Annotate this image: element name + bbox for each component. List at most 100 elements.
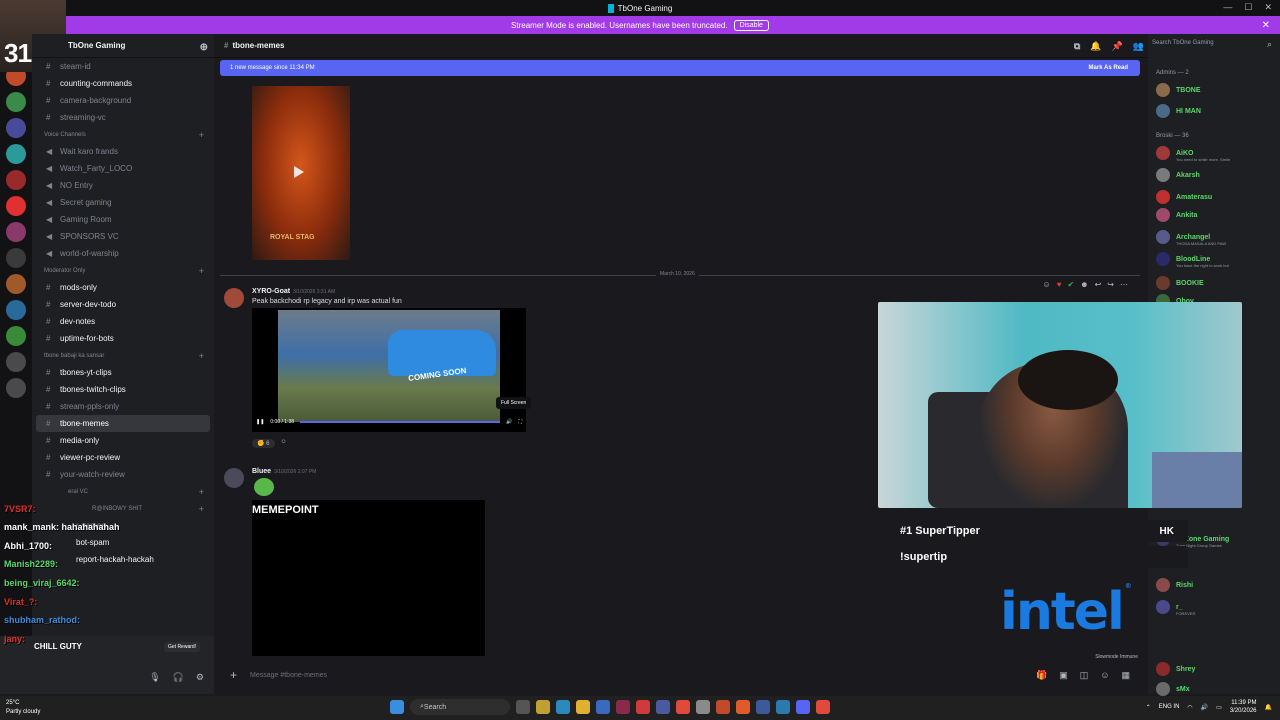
voice-channel[interactable]: ◀ Gaming Room [32,211,214,228]
disable-button[interactable]: Disable [733,19,769,31]
more-icon[interactable]: ⋯ [1120,280,1128,289]
add-reaction-icon[interactable]: ☻ [1080,280,1088,289]
channel-item[interactable]: # viewer-pc-review [32,449,214,466]
headset-icon[interactable]: 🎧 [173,672,184,683]
app-icon[interactable] [776,700,790,714]
pin-icon[interactable]: 📌 [1112,41,1123,52]
add-channel-icon[interactable]: + [199,504,204,514]
wifi-icon[interactable]: ◠ [1187,704,1192,711]
sticker-icon[interactable]: ◫ [1080,670,1089,681]
gift-icon[interactable]: 🎁 [1036,670,1047,681]
forward-icon[interactable]: ↪ [1107,280,1114,289]
embed-media[interactable]: MEMEPOINT [252,500,485,656]
maximize-icon[interactable]: ☐ [1244,2,1252,13]
reaction-pill[interactable]: ✊ 6 [252,439,275,448]
voice-channel[interactable]: ◀ world-of-warship [32,245,214,262]
server-icon[interactable] [6,170,26,190]
app-icon[interactable] [716,700,730,714]
threads-icon[interactable]: ⧉ [1074,41,1080,52]
channel-item[interactable]: # server-dev-todo [32,296,214,313]
voice-channel[interactable]: ◀ Watch_Farty_LOCO [32,160,214,177]
channel-item[interactable]: bot-spam [32,534,214,551]
close-icon[interactable]: ✕ [1264,2,1272,13]
add-channel-icon[interactable]: + [199,130,204,140]
member-item[interactable]: AiKO You need to smile more. Smile [1156,144,1230,162]
message-author[interactable]: Bluee 3/10/2026 2:07 PM [252,468,316,475]
gif-icon[interactable]: ▣ [1059,670,1068,681]
channel-item[interactable]: # stream-ppls-only [32,398,214,415]
minimize-icon[interactable]: — [1223,2,1232,13]
search-input[interactable]: Search TbOne Gaming [1152,40,1274,54]
channel-item[interactable]: # mods-only [32,279,214,296]
chrome-icon[interactable] [816,700,830,714]
member-item[interactable]: Archangel THODA MASALA AND PAW [1156,228,1226,246]
message-input[interactable]: Message #tbone-memes [250,672,327,679]
notification-icon[interactable]: 🔔 [1265,704,1272,711]
battery-icon[interactable]: ▭ [1216,704,1222,711]
chrome-icon[interactable] [676,700,690,714]
add-channel-icon[interactable]: + [199,487,204,497]
chevron-up-icon[interactable]: ⌃ [1146,704,1151,711]
channel-item-selected[interactable]: # tbone-memes [36,415,210,432]
steam-icon[interactable] [756,700,770,714]
app-icon[interactable] [656,700,670,714]
server-icon[interactable] [6,300,26,320]
member-item[interactable]: Shrey [1156,660,1195,678]
voice-channel[interactable]: ◀ NO Entry [32,177,214,194]
member-item[interactable]: Rishi [1156,576,1193,594]
lang-indicator[interactable]: ENG IN [1159,704,1180,710]
category-moderator[interactable]: Moderator Only + [32,262,214,279]
voice-channel[interactable]: ◀ Wait karo frands [32,143,214,160]
voice-channel[interactable]: ◀ SPONSORS VC [32,228,214,245]
add-member-icon[interactable]: ⊕ [200,42,208,53]
folder-icon[interactable] [576,700,590,714]
mic-icon[interactable]: 🎙 [149,672,160,683]
brave-icon[interactable] [736,700,750,714]
server-icon[interactable] [6,144,26,164]
channel-item[interactable]: # tbones-yt-clips [32,364,214,381]
add-reaction-icon[interactable]: ☺ [281,439,287,448]
store-icon[interactable] [596,700,610,714]
member-item[interactable]: HI MAN [1156,102,1201,120]
taskbar-search[interactable]: ⌕ Search [410,699,510,715]
message-author[interactable]: XYRO-Goat 3/10/2026 3:31 AM [252,288,335,295]
banner-close-icon[interactable]: ✕ [1262,20,1270,31]
emoji-icon[interactable]: ☺ [1100,670,1109,681]
upload-icon[interactable]: + [230,668,237,682]
add-channel-icon[interactable]: + [199,266,204,276]
category-lower[interactable]: eral VC + [32,483,214,500]
heart-icon[interactable]: ♥ [1057,280,1062,289]
channel-item[interactable]: # streaming-vc [32,109,214,126]
weather-widget[interactable]: 25°C Partly cloudy [6,699,40,717]
clock[interactable]: 11:39 PM 3/20/2026 [1230,699,1257,715]
channel-item[interactable]: # steam-id [32,58,214,75]
channel-item[interactable]: # dev-notes [32,313,214,330]
reaction-icon[interactable]: ☺ [1043,280,1051,289]
server-icon[interactable] [6,248,26,268]
gear-icon[interactable]: ⚙ [196,672,204,683]
taskview-icon[interactable] [516,700,530,714]
channel-item[interactable]: # media-only [32,432,214,449]
new-message-bar[interactable]: 1 new message since 11:34 PM Mark As Rea… [220,60,1140,76]
video-attachment[interactable]: COMING SOON ❚❚ 0:00 / 1:38 🔊 ⛶ [252,308,526,432]
server-icon[interactable] [6,92,26,112]
member-item[interactable]: Akarsh [1156,166,1200,184]
server-icon[interactable] [6,222,26,242]
server-icon[interactable] [6,274,26,294]
app-icon[interactable] [616,700,630,714]
message-composer[interactable]: + Message #tbone-memes 🎁 ▣ ◫ ☺ ▦ [220,664,1140,686]
guild-header[interactable]: TbOne Gaming ⊕ [32,34,214,58]
category-lower[interactable]: R@INBOWY SHIT + [32,500,214,517]
discord-icon[interactable] [796,700,810,714]
progress-bar[interactable] [300,421,501,423]
explore-icon[interactable] [6,378,26,398]
channel-item[interactable]: # tbones-twitch-clips [32,381,214,398]
voice-channel[interactable]: ◀ Secret gaming [32,194,214,211]
volume-icon[interactable]: 🔊 [506,419,512,425]
check-icon[interactable]: ✔ [1067,280,1074,289]
member-item[interactable]: TBONE [1156,81,1201,99]
fullscreen-icon[interactable]: ⛶ [518,419,522,425]
member-item[interactable]: BOOKIE [1156,274,1204,292]
member-item[interactable]: BloodLine You have the right to work but [1156,250,1229,268]
mark-as-read-button[interactable]: Mark As Read [1089,65,1128,71]
